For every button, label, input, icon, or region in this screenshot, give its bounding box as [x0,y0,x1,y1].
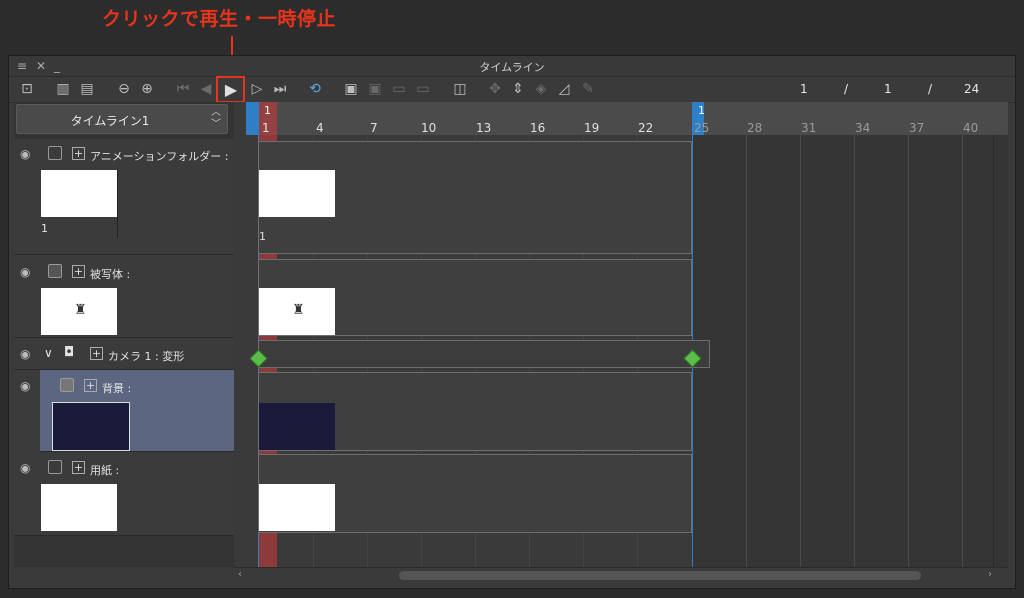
ruler-tick: 13 [476,121,492,135]
layer-name: アニメーションフォルダー : 1 : セル [90,150,232,163]
key-enable-icon[interactable]: ◈ [532,80,550,98]
minimize-icon[interactable]: _ [54,59,60,73]
horizontal-scrollbar[interactable]: ‹ › [234,567,1008,584]
title-bar: タイムライン [9,56,1015,77]
ruler-tick: 34 [855,121,871,135]
ruler-tick: 37 [909,121,925,135]
cel-thumbnail[interactable] [259,170,335,217]
grid-line [962,135,963,567]
layer-name: 被写体 : [90,268,131,281]
ruler-tick: 28 [747,121,763,135]
image-layer-icon [48,264,62,278]
layer-panel-icon[interactable]: ▥ [54,80,72,98]
scroll-right-icon[interactable]: › [988,569,992,580]
layer-thumbnail [41,170,117,217]
ruler-tick: 10 [421,121,437,135]
ruler-tick: 40 [963,121,979,135]
layer-name: 背景 : [102,382,132,395]
delete-cel-icon[interactable]: ▭ [390,80,408,98]
last-frame-icon[interactable]: ⏭ [271,80,289,98]
play-button-highlight [216,76,245,103]
grid-line [993,135,994,567]
new-animation-cel-icon[interactable]: ▣ [342,80,360,98]
out-of-range-shade [693,135,1008,567]
cel-thumbnail[interactable] [259,484,335,531]
scroll-left-icon[interactable]: ‹ [238,569,242,580]
grid-line [746,135,747,567]
ruler-tick: 4 [316,121,324,135]
layer-thumbnail: ♜ [41,288,117,335]
expand-icon[interactable]: + [90,347,103,360]
ruler-tick: 7 [370,121,378,135]
eye-icon[interactable]: ◉ [20,347,30,361]
cel-label: 1 [41,222,48,235]
timeline-select-label: タイムライン1 [70,114,150,128]
cel-number: 1 [259,230,266,243]
chevron-down-icon[interactable]: ∨ [44,346,53,360]
keyframe-tool-icon[interactable]: ✥ [486,80,504,98]
new-timeline-icon[interactable]: ▤ [78,80,96,98]
grid-line [854,135,855,567]
menu-icon[interactable]: ≡ [17,59,27,73]
layer-name: カメラ 1 : 変形 [108,350,185,363]
graph-icon[interactable]: ⊡ [18,80,36,98]
expand-icon[interactable]: + [72,265,85,278]
interpolation-icon[interactable]: ⇕ [509,80,527,98]
playhead-label: 1 [264,104,271,117]
character-icon: ♜ [74,302,87,318]
first-frame-icon[interactable]: ⏮ [174,80,192,98]
eye-icon[interactable]: ◉ [20,147,30,161]
frame-end: 24 [964,82,980,96]
frame-ruler[interactable] [246,102,1008,135]
eye-icon[interactable]: ◉ [20,265,30,279]
layer-name: 用紙 : [90,464,120,477]
zoom-out-icon[interactable]: ⊖ [115,80,133,98]
onion-skin-icon[interactable]: ▭ [414,80,432,98]
paper-layer-icon [48,460,62,474]
camera-icon: ◘ [64,345,75,360]
track-clip-camera[interactable] [258,340,710,368]
edit-icon[interactable]: ✎ [579,80,597,98]
light-table-icon[interactable]: ◫ [451,80,469,98]
expand-icon[interactable]: + [72,147,85,160]
curve-icon[interactable]: ◿ [555,80,573,98]
separator: / [928,82,933,96]
frame-current: 1 [800,82,808,96]
layer-thumbnail [41,484,117,531]
ruler-tick: 1 [262,121,270,135]
expand-icon[interactable]: + [84,379,97,392]
eye-icon[interactable]: ◉ [20,379,30,393]
grid-line [800,135,801,567]
grid-line [908,135,909,567]
chevron-updown-icon: ︿ ﹀ [211,107,221,130]
scrollbar-thumb[interactable] [399,571,921,580]
specify-cel-icon[interactable]: ▣ [366,80,384,98]
thumb-divider [117,170,118,238]
cel-thumbnail[interactable]: ♜ [259,288,335,335]
range-end-label: 1 [698,104,705,117]
animation-folder-icon [48,146,62,160]
range-start-marker[interactable] [246,102,258,135]
ruler-tick: 31 [801,121,817,135]
ruler-tick: 25 [694,121,710,135]
close-icon[interactable]: ✕ [36,59,46,73]
annotation-text: クリックで再生・一時停止 [102,8,337,30]
ruler-tick: 16 [530,121,546,135]
zoom-in-icon[interactable]: ⊕ [138,80,156,98]
ruler-tick: 19 [584,121,600,135]
frame-start: 1 [884,82,892,96]
next-frame-icon[interactable]: ▷ [248,80,266,98]
ruler-tick: 22 [638,121,654,135]
cel-thumbnail[interactable] [259,403,335,450]
loop-icon[interactable]: ⟲ [306,80,324,98]
expand-icon[interactable]: + [72,461,85,474]
previous-frame-icon[interactable]: ◀ [197,80,215,98]
eye-icon[interactable]: ◉ [20,461,30,475]
separator: / [844,82,849,96]
character-icon: ♜ [292,302,305,318]
image-layer-icon [60,378,74,392]
timeline-select[interactable]: タイムライン1 ︿ ﹀ [16,104,228,134]
layer-thumbnail [52,402,130,451]
window-title: タイムライン [479,61,545,74]
